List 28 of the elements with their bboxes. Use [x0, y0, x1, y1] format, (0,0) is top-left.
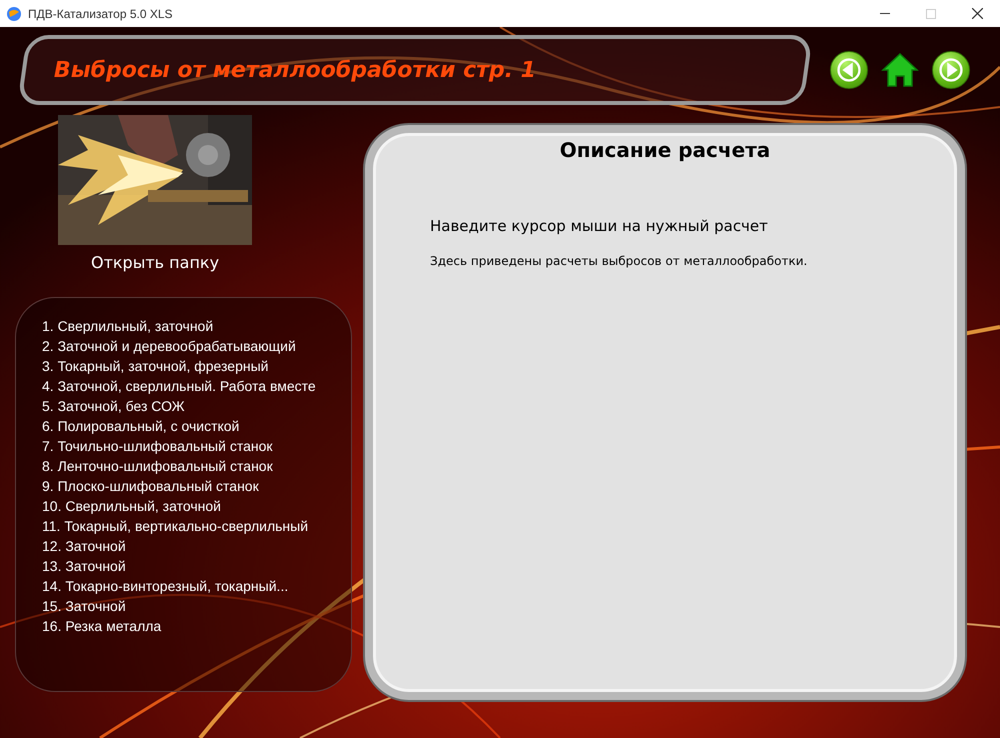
calculation-link[interactable]: 16. Резка металла — [42, 616, 162, 636]
minimize-icon — [880, 12, 890, 14]
description-title: Описание расчета — [560, 137, 770, 164]
calculation-link[interactable]: 1. Сверлильный, заточной — [42, 316, 214, 336]
open-folder-button[interactable]: Открыть папку — [90, 251, 220, 275]
calculation-link[interactable]: 7. Точильно-шлифовальный станок — [42, 436, 273, 456]
calculation-link[interactable]: 11. Токарный, вертикально-сверлильный — [42, 516, 308, 536]
close-icon — [972, 8, 982, 19]
calculation-link[interactable]: 14. Токарно-винторезный, токарный... — [42, 576, 288, 596]
home-icon — [881, 52, 919, 88]
calculation-link[interactable]: 3. Токарный, заточной, фрезерный — [42, 356, 268, 376]
window-title: ПДВ-Катализатор 5.0 XLS — [28, 6, 173, 22]
home-button[interactable] — [880, 50, 920, 90]
calculation-link[interactable]: 13. Заточной — [42, 556, 126, 576]
calculation-link[interactable]: 5. Заточной, без СОЖ — [42, 396, 185, 416]
calculation-link[interactable]: 4. Заточной, сверлильный. Работа вместе — [42, 376, 316, 396]
calculation-link[interactable]: 8. Ленточно-шлифовальный станок — [42, 456, 273, 476]
calculation-link[interactable]: 6. Полировальный, с очисткой — [42, 416, 240, 436]
maximize-icon — [926, 8, 936, 18]
calculation-link[interactable]: 2. Заточной и деревообрабатывающий — [42, 336, 296, 356]
calculation-link[interactable]: 10. Сверлильный, заточной — [42, 496, 221, 516]
calculation-link[interactable]: 15. Заточной — [42, 596, 126, 616]
description-text: Здесь приведены расчеты выбросов от металлообработки. — [430, 252, 808, 270]
calculation-link[interactable]: 9. Плоско-шлифовальный станок — [42, 476, 259, 496]
description-hint: Наведите курсор мыши на нужный расчет — [430, 216, 769, 237]
page-title: Выбросы от металлообработки стр. 1 — [54, 56, 536, 84]
calculation-link[interactable]: 12. Заточной — [42, 536, 126, 556]
app-icon — [6, 6, 22, 22]
